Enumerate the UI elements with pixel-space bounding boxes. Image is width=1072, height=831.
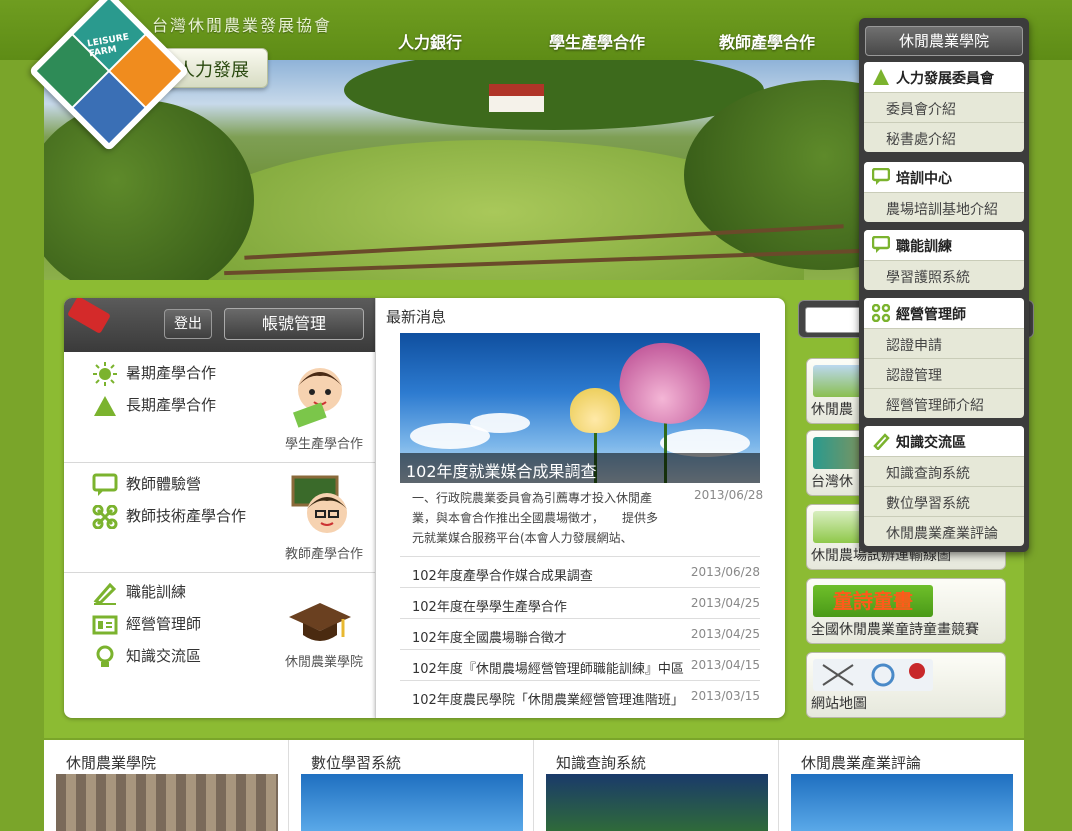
academy-dropdown-menu: 休閒農業學院 人力發展委員會 委員會介紹 秘書處介紹 培訓中心 農場培訓基地介紹… xyxy=(859,18,1029,552)
menu-item[interactable]: 認證管理 xyxy=(864,358,1024,388)
nav-item-student-coop[interactable]: 學生產學合作 xyxy=(549,29,645,53)
link-manager[interactable]: 經營管理師 xyxy=(126,613,201,634)
student-figure-icon xyxy=(292,368,342,428)
sun-icon xyxy=(93,362,117,386)
menu-item[interactable]: 休閒農業產業評論 xyxy=(864,516,1024,546)
menu-group-title[interactable]: 經營管理師 xyxy=(864,298,1024,328)
news-item[interactable]: 102年度全國農場聯合徵才 2013/04/25 xyxy=(400,618,760,649)
menu-group-knowledge: 知識交流區 知識查詢系統 數位學習系統 休閒農業產業評論 xyxy=(864,426,1024,546)
link-teacher-tech-coop[interactable]: 教師技術產學合作 xyxy=(126,505,246,526)
lightbulb-icon xyxy=(96,645,114,667)
featured-news-date: 2013/06/28 xyxy=(694,488,764,502)
chat-icon xyxy=(872,236,890,253)
side-card-poetry-contest[interactable]: 童詩童畫 全國休閒農業童詩童畫競賽 xyxy=(806,578,1006,644)
poetry-banner-image: 童詩童畫 xyxy=(813,585,933,617)
link-summer-coop[interactable]: 暑期產學合作 xyxy=(126,362,216,383)
link-long-term-coop[interactable]: 長期產學合作 xyxy=(126,394,216,415)
map-icon xyxy=(813,659,933,691)
menu-group-title[interactable]: 職能訓練 xyxy=(864,230,1024,260)
nodes-icon xyxy=(92,505,118,529)
menu-item[interactable]: 數位學習系統 xyxy=(864,486,1024,516)
featured-news-caption[interactable]: 102年度就業媒合成果調查 xyxy=(400,453,760,483)
bottom-card-industry-review[interactable]: 休閒農業產業評論 xyxy=(779,740,1024,831)
bottom-card-academy[interactable]: 休閒農業學院 xyxy=(44,740,289,831)
side-card-sitemap[interactable]: 網站地圖 xyxy=(806,652,1006,718)
account-manage-button[interactable]: 帳號管理 xyxy=(224,308,364,340)
link-teacher-camp[interactable]: 教師體驗營 xyxy=(126,473,201,494)
chat-icon xyxy=(872,168,890,185)
news-list: 102年度產學合作媒合成果調查 2013/06/28 102年度在學學生產學合作 2… xyxy=(400,556,760,711)
triangle-icon xyxy=(94,396,116,416)
menu-item[interactable]: 學習護照系統 xyxy=(864,260,1024,290)
news-item[interactable]: 102年度在學學生產學合作 2013/04/25 xyxy=(400,587,760,618)
nav-item-academy[interactable]: 休閒農業學院 xyxy=(865,26,1023,56)
account-bar: 登出 帳號管理 xyxy=(64,298,375,352)
news-panel: 最新消息 102年度就業媒合成果調查 一、行政院農業委員會為引薦專才投入休閒產業… xyxy=(375,298,785,718)
pencil-icon xyxy=(873,433,890,450)
logout-button[interactable]: 登出 xyxy=(164,309,212,339)
news-title: 最新消息 xyxy=(386,308,447,326)
menu-group-committee: 人力發展委員會 委員會介紹 秘書處介紹 xyxy=(864,62,1024,152)
teacher-coop-section: 教師體驗營 教師技術產學合作 教師產學合作 xyxy=(64,462,375,572)
id-card-icon xyxy=(92,615,118,635)
news-item[interactable]: 102年度『休閒農場經營管理師職能訓練』中區 2013/04/15 xyxy=(400,649,760,680)
menu-item[interactable]: 秘書處介紹 xyxy=(864,122,1024,152)
menu-item[interactable]: 認證申請 xyxy=(864,328,1024,358)
nav-item-teacher-coop[interactable]: 教師產學合作 xyxy=(719,29,815,53)
menu-group-training-center: 培訓中心 農場培訓基地介紹 xyxy=(864,162,1024,222)
menu-item[interactable]: 知識查詢系統 xyxy=(864,456,1024,486)
news-item[interactable]: 102年度農民學院「休閒農業經營管理進階班」 2013/03/15 xyxy=(400,680,760,711)
menu-item[interactable]: 農場培訓基地介紹 xyxy=(864,192,1024,222)
student-coop-section: 暑期產學合作 長期產學合作 學生產學合作 xyxy=(64,352,375,462)
caption-academy[interactable]: 休閒農業學院 xyxy=(285,651,363,670)
left-panel: 登出 帳號管理 暑期產學合作 長期產學合作 學生產學合作 教師體驗營 教師技術產… xyxy=(64,298,375,718)
caption-teacher-coop[interactable]: 教師產學合作 xyxy=(285,543,363,562)
menu-item[interactable]: 經營管理師介紹 xyxy=(864,388,1024,418)
farm-house-image xyxy=(489,84,544,112)
triangle-icon xyxy=(873,69,889,85)
menu-group-manager: 經營管理師 認證申請 認證管理 經營管理師介紹 xyxy=(864,298,1024,418)
bottom-card-knowledge-search[interactable]: 知識查詢系統 xyxy=(534,740,779,831)
nodes-icon xyxy=(872,304,890,322)
link-job-training[interactable]: 職能訓練 xyxy=(126,581,186,602)
link-knowledge-exchange[interactable]: 知識交流區 xyxy=(126,645,201,666)
news-item[interactable]: 102年度產學合作媒合成果調查 2013/06/28 xyxy=(400,556,760,587)
nav-item-talent-bank[interactable]: 人力銀行 xyxy=(398,29,462,53)
teacher-figure-icon xyxy=(291,475,347,533)
menu-item[interactable]: 委員會介紹 xyxy=(864,92,1024,122)
pencil-icon xyxy=(93,582,117,605)
menu-group-title[interactable]: 培訓中心 xyxy=(864,162,1024,192)
bottom-cards: 休閒農業學院 數位學習系統 知識查詢系統 休閒農業產業評論 xyxy=(44,740,1024,831)
menu-group-job-training: 職能訓練 學習護照系統 xyxy=(864,230,1024,290)
menu-group-title[interactable]: 知識交流區 xyxy=(864,426,1024,456)
academy-section: 職能訓練 經營管理師 知識交流區 休閒農業學院 xyxy=(64,572,375,718)
ribbon-icon xyxy=(67,298,111,335)
menu-group-title[interactable]: 人力發展委員會 xyxy=(864,62,1024,92)
bottom-card-elearning[interactable]: 數位學習系統 xyxy=(289,740,534,831)
featured-news-desc: 一、行政院農業委員會為引薦專才投入休閒產業，與本會合作推出全國農場徵才， 提供多… xyxy=(412,491,659,545)
chat-icon xyxy=(92,473,118,496)
featured-news-image[interactable]: 102年度就業媒合成果調查 xyxy=(400,333,760,483)
caption-student-coop[interactable]: 學生產學合作 xyxy=(285,433,363,452)
